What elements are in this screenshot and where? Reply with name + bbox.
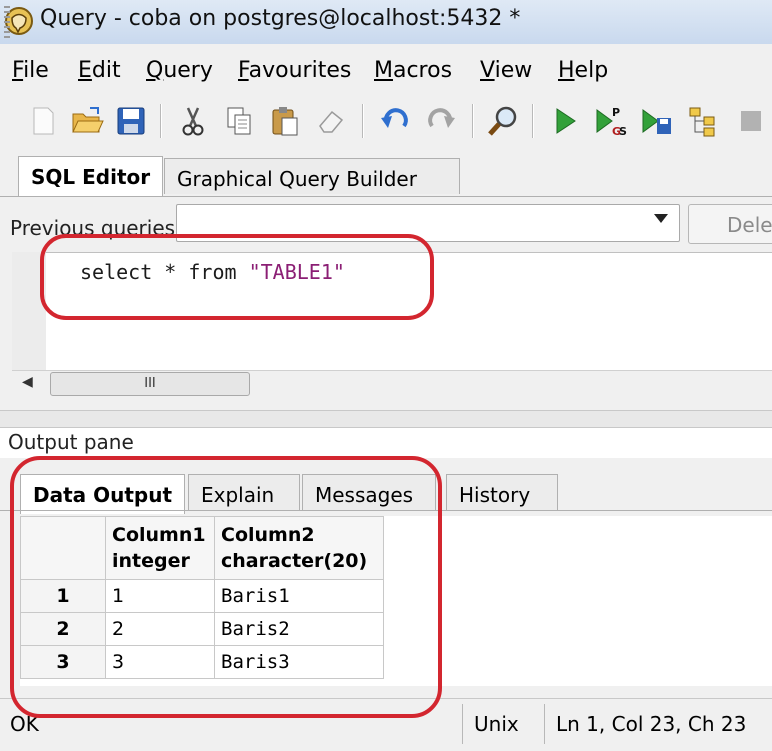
pane-splitter[interactable] bbox=[0, 410, 772, 428]
chevron-down-icon[interactable] bbox=[654, 214, 668, 223]
tab-history[interactable]: History bbox=[446, 474, 558, 510]
toolbar-separator bbox=[472, 104, 474, 138]
stop-icon[interactable] bbox=[734, 104, 768, 138]
menu-bar: File Edit Query Favourites Macros View H… bbox=[0, 44, 772, 99]
svg-text:P: P bbox=[612, 106, 620, 119]
status-separator bbox=[462, 704, 463, 744]
execute-pgscript-icon[interactable]: P G S bbox=[594, 104, 628, 138]
clear-icon[interactable] bbox=[314, 104, 348, 138]
toolbar-separator bbox=[160, 104, 162, 138]
status-separator bbox=[544, 704, 545, 744]
toolbar-grip[interactable] bbox=[4, 6, 10, 40]
menu-file[interactable]: File bbox=[12, 58, 49, 83]
delete-button[interactable]: Delete bbox=[688, 204, 772, 244]
open-folder-icon[interactable] bbox=[70, 104, 104, 138]
scrollbar-thumb[interactable]: III bbox=[50, 372, 250, 396]
menu-edit[interactable]: Edit bbox=[78, 58, 121, 83]
find-icon[interactable] bbox=[486, 104, 520, 138]
tab-strip-border bbox=[0, 196, 772, 197]
execute-to-file-icon[interactable] bbox=[640, 104, 674, 138]
new-file-icon[interactable] bbox=[26, 104, 60, 138]
copy-icon[interactable] bbox=[222, 104, 256, 138]
highlight-data-output bbox=[10, 456, 442, 718]
menu-query[interactable]: Query bbox=[146, 58, 213, 83]
output-pane-label: Output pane bbox=[8, 430, 134, 454]
svg-text:S: S bbox=[619, 125, 627, 138]
menu-favourites[interactable]: Favourites bbox=[238, 58, 351, 83]
paste-icon[interactable] bbox=[268, 104, 302, 138]
execute-icon[interactable] bbox=[548, 104, 582, 138]
tab-sql-editor[interactable]: SQL Editor bbox=[18, 156, 164, 196]
toolbar-separator bbox=[532, 104, 534, 138]
cut-icon[interactable] bbox=[176, 104, 210, 138]
highlight-sql-query bbox=[40, 234, 434, 320]
toolbar-separator bbox=[362, 104, 364, 138]
menu-macros[interactable]: Macros bbox=[374, 58, 452, 83]
menu-view[interactable]: View bbox=[480, 58, 532, 83]
redo-icon[interactable] bbox=[424, 104, 458, 138]
undo-icon[interactable] bbox=[378, 104, 412, 138]
scroll-left-arrow-icon[interactable]: ◀ bbox=[22, 374, 38, 394]
save-icon[interactable] bbox=[114, 104, 148, 138]
tab-graphical-query-builder[interactable]: Graphical Query Builder bbox=[164, 158, 460, 194]
window-title: Query - coba on postgres@localhost:5432 … bbox=[40, 6, 521, 31]
status-cursor-position: Ln 1, Col 23, Ch 23 bbox=[556, 712, 747, 736]
explain-icon[interactable] bbox=[686, 104, 720, 138]
status-line-ending: Unix bbox=[474, 712, 519, 736]
menu-help[interactable]: Help bbox=[558, 58, 608, 83]
